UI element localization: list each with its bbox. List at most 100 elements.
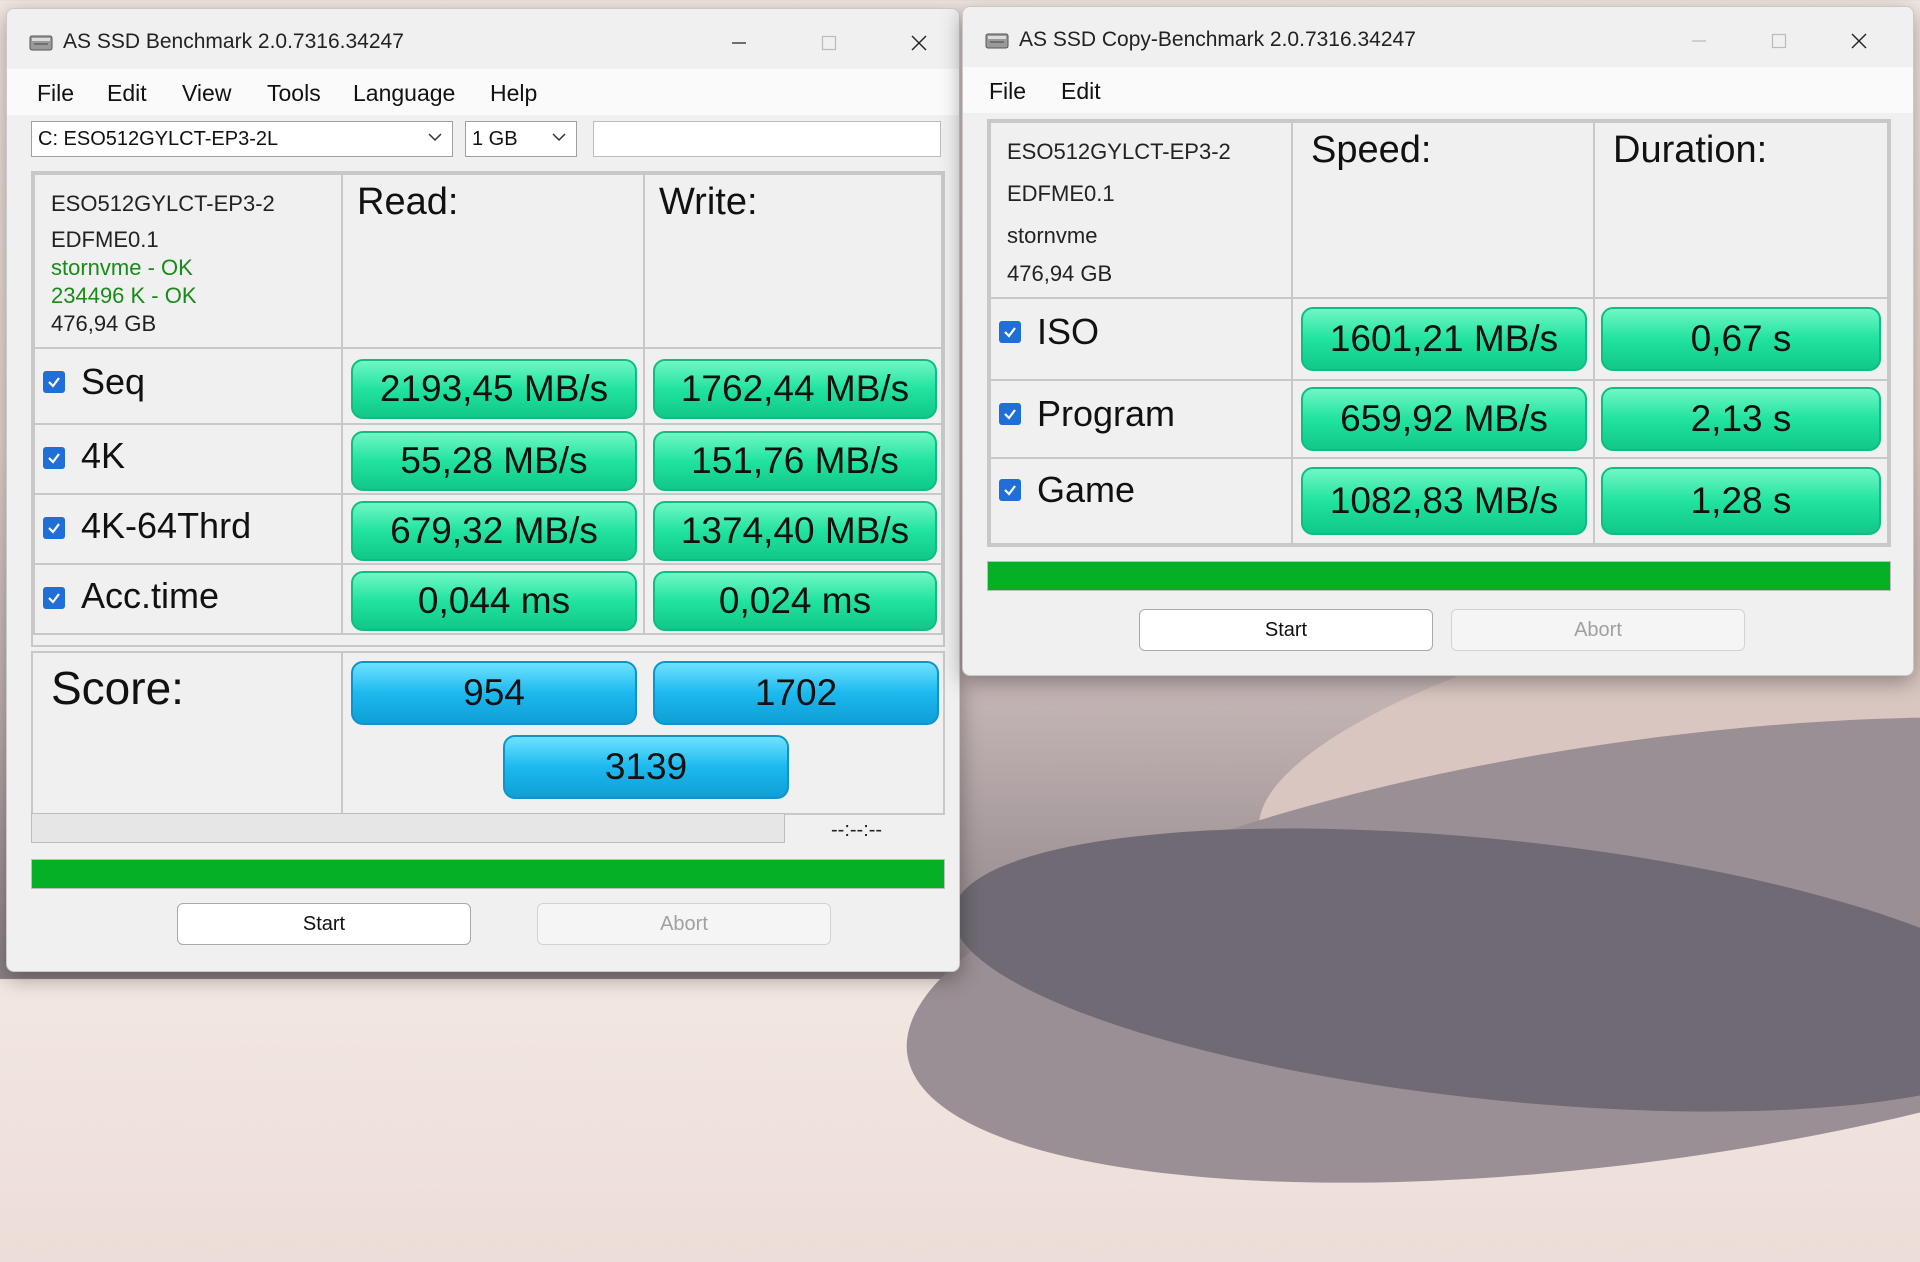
menu-view[interactable]: View	[182, 80, 231, 107]
game-speed-value: 1082,83 MB/s	[1301, 467, 1587, 535]
drive-capacity: 476,94 GB	[1007, 261, 1113, 286]
title-bar: AS SSD Benchmark 2.0.7316.34247	[7, 9, 959, 69]
menu-bar: File Edit	[963, 67, 1913, 113]
game-checkbox[interactable]	[999, 479, 1021, 501]
menu-file[interactable]: File	[37, 80, 74, 107]
menu-bar: File Edit View Tools Language Help	[7, 69, 959, 115]
menu-help[interactable]: Help	[490, 80, 537, 107]
menu-file[interactable]: File	[989, 78, 1026, 105]
score-panel: Score: 954 1702 3139	[31, 651, 945, 815]
menu-edit[interactable]: Edit	[1061, 78, 1101, 105]
program-duration-value: 2,13 s	[1601, 387, 1881, 451]
4k-64thrd-checkbox[interactable]	[43, 517, 65, 539]
write-header: Write:	[659, 181, 758, 223]
elapsed-time: --:--:--	[831, 819, 883, 841]
score-label: Score:	[51, 662, 184, 714]
minimize-button[interactable]	[1671, 21, 1727, 61]
drive-icon	[985, 33, 1009, 49]
menu-tools[interactable]: Tools	[267, 80, 321, 107]
abort-button[interactable]: Abort	[1451, 609, 1745, 651]
drive-firmware: EDFME0.1	[51, 227, 159, 252]
write-header-cell: Write:	[643, 173, 943, 349]
drive-capacity: 476,94 GB	[51, 311, 157, 336]
game-duration-value: 1,28 s	[1601, 467, 1881, 535]
total-score-value: 3139	[503, 735, 789, 799]
checkmark-icon	[1004, 327, 1016, 338]
size-select-value: 1 GB	[472, 128, 518, 150]
drive-select-value: C: ESO512GYLCT-EP3-2L	[38, 128, 279, 150]
drive-model: ESO512GYLCT-EP3-2	[1007, 139, 1231, 164]
driver-name: stornvme	[1007, 223, 1098, 248]
4k-read-value: 55,28 MB/s	[351, 431, 637, 491]
4k-checkbox[interactable]	[43, 447, 65, 469]
read-score-value: 954	[351, 661, 637, 725]
drive-model: ESO512GYLCT-EP3-2	[51, 191, 275, 216]
program-speed-value: 659,92 MB/s	[1301, 387, 1587, 451]
title-bar: AS SSD Copy-Benchmark 2.0.7316.34247	[963, 7, 1913, 67]
checkmark-icon	[1004, 409, 1016, 420]
acc-time-checkbox[interactable]	[43, 587, 65, 609]
game-label: Game	[1037, 469, 1136, 510]
window-title: AS SSD Benchmark 2.0.7316.34247	[63, 30, 404, 53]
alignment-status: 234496 K - OK	[51, 283, 197, 308]
speed-header: Speed:	[1311, 129, 1432, 171]
row-label-cell: Seq	[33, 347, 343, 425]
seq-checkbox[interactable]	[43, 371, 65, 393]
checkmark-icon	[1004, 485, 1016, 496]
start-button[interactable]: Start	[1139, 609, 1433, 651]
row-label-cell: Acc.time	[33, 563, 343, 635]
drive-info-cell: ESO512GYLCT-EP3-2 EDFME0.1 stornvme 476,…	[989, 121, 1293, 299]
row-label-cell: ISO	[989, 297, 1293, 381]
drive-firmware: EDFME0.1	[1007, 181, 1115, 206]
maximize-icon	[821, 35, 837, 51]
program-checkbox[interactable]	[999, 403, 1021, 425]
acc-time-write-value: 0,024 ms	[653, 571, 937, 631]
read-header: Read:	[357, 181, 459, 223]
duration-header-cell: Duration:	[1593, 121, 1889, 299]
drive-select[interactable]: C: ESO512GYLCT-EP3-2L	[31, 121, 453, 157]
checkmark-icon	[48, 523, 60, 534]
iso-speed-value: 1601,21 MB/s	[1301, 307, 1587, 371]
minimize-button[interactable]	[711, 23, 767, 63]
close-icon	[1851, 33, 1867, 49]
copy-results-grid: ESO512GYLCT-EP3-2 EDFME0.1 stornvme 476,…	[987, 119, 1891, 547]
acc-time-read-value: 0,044 ms	[351, 571, 637, 631]
size-select[interactable]: 1 GB	[465, 121, 577, 157]
checkmark-icon	[48, 593, 60, 604]
copy-progress-bar	[987, 561, 1891, 591]
minimize-icon	[1692, 40, 1706, 42]
maximize-button[interactable]	[1751, 21, 1807, 61]
row-label-cell: Game	[989, 457, 1293, 545]
4k-64thrd-read-value: 679,32 MB/s	[351, 501, 637, 561]
chevron-down-icon	[428, 133, 442, 142]
drive-icon	[29, 35, 53, 51]
start-button[interactable]: Start	[177, 903, 471, 945]
close-icon	[911, 35, 927, 51]
copy-benchmark-window: AS SSD Copy-Benchmark 2.0.7316.34247 Fil…	[962, 6, 1914, 676]
maximize-button[interactable]	[801, 23, 857, 63]
chevron-down-icon	[552, 133, 566, 142]
benchmark-name-input[interactable]	[593, 121, 941, 157]
benchmark-window: AS SSD Benchmark 2.0.7316.34247 File Edi…	[6, 8, 960, 972]
read-header-cell: Read:	[341, 173, 645, 349]
write-score-value: 1702	[653, 661, 939, 725]
seq-write-value: 1762,44 MB/s	[653, 359, 937, 419]
duration-header: Duration:	[1613, 129, 1768, 171]
close-button[interactable]	[891, 23, 947, 63]
maximize-icon	[1771, 33, 1787, 49]
4k-label: 4K	[81, 435, 126, 476]
menu-language[interactable]: Language	[353, 80, 455, 107]
window-title: AS SSD Copy-Benchmark 2.0.7316.34247	[1019, 28, 1416, 51]
abort-button[interactable]: Abort	[537, 903, 831, 945]
acc-time-label: Acc.time	[81, 575, 220, 616]
close-button[interactable]	[1831, 21, 1887, 61]
iso-duration-value: 0,67 s	[1601, 307, 1881, 371]
menu-edit[interactable]: Edit	[107, 80, 147, 107]
drive-info-cell: ESO512GYLCT-EP3-2 EDFME0.1 stornvme - OK…	[33, 173, 343, 349]
4k-write-value: 151,76 MB/s	[653, 431, 937, 491]
seq-label: Seq	[81, 361, 146, 402]
4k-64thrd-write-value: 1374,40 MB/s	[653, 501, 937, 561]
iso-checkbox[interactable]	[999, 321, 1021, 343]
speed-header-cell: Speed:	[1291, 121, 1595, 299]
row-label-cell: 4K-64Thrd	[33, 493, 343, 565]
